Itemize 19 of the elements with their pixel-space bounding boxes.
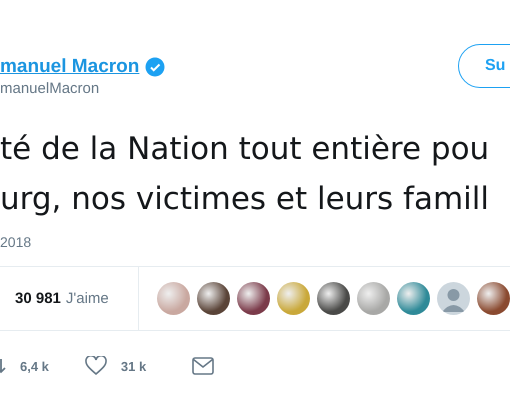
author-name[interactable]: manuel Macron <box>0 56 140 78</box>
heart-icon[interactable] <box>84 356 107 376</box>
avatar[interactable] <box>477 282 510 315</box>
follow-button[interactable]: Su <box>458 44 510 88</box>
avatar[interactable] <box>397 282 430 315</box>
avatar[interactable] <box>197 282 230 315</box>
avatar[interactable] <box>237 282 270 315</box>
like-count: 31 k <box>120 358 146 374</box>
tweet-date: 2018 <box>0 233 32 252</box>
avatar[interactable] <box>317 282 350 315</box>
retweet-count: 6,4 k <box>20 358 49 374</box>
default-avatar[interactable] <box>437 282 470 315</box>
likes-label[interactable]: J'aime <box>66 290 109 307</box>
tweet-text: urg, nos victimes et leurs famill <box>0 180 490 219</box>
author-handle: manuelMacron <box>0 80 100 97</box>
mail-icon[interactable] <box>192 357 214 375</box>
arrow-icon[interactable] <box>0 357 6 375</box>
tweet-text: té de la Nation tout entière pou <box>0 130 490 169</box>
likes-count[interactable]: 30 981 <box>15 290 61 307</box>
